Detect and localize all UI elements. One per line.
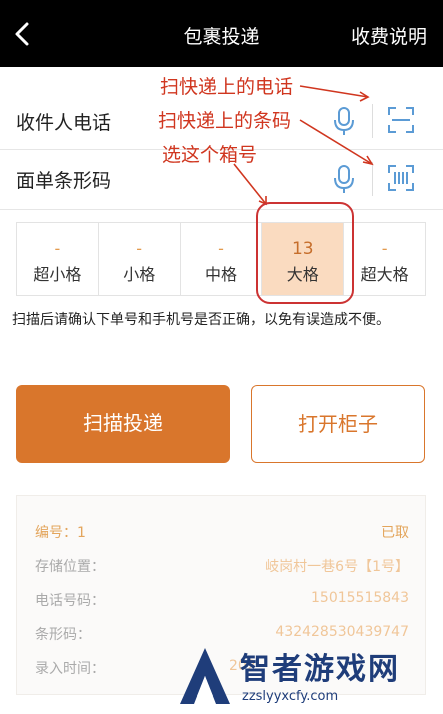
box-size-label: 小格 [123,265,156,284]
time-label: 录入时间： [35,661,105,677]
record-phone-row: 电话号码： 15015515843 [17,590,427,620]
box-option-extra-large[interactable]: - 超大格 [344,223,425,295]
record-status: 已取 [381,525,409,541]
box-count: - [381,239,388,258]
record-id: 编号：1 [35,525,86,541]
scan-phone-icon[interactable] [386,105,416,135]
barcode-field-label: 面单条形码 [16,170,112,192]
open-locker-button[interactable]: 打开柜子 [251,385,425,463]
annotation-scan-phone: 扫快递上的电话 [160,76,294,98]
microphone-icon[interactable] [331,164,357,194]
site-watermark: 智者游戏网 zzslyyxcfy.com [176,644,438,710]
watermark-url: zzslyyxcfy.com [242,689,339,704]
microphone-icon[interactable] [331,106,357,136]
box-size-selector: - 超小格 - 小格 - 中格 13 大格 - 超大格 [16,222,426,296]
box-count: - [218,239,224,258]
box-count: - [54,239,61,258]
confirm-tip: 扫描后请确认下单号和手机号是否正确，以免有误造成不便。 [12,312,390,328]
pricing-info-link[interactable]: 收费说明 [351,22,427,49]
annotation-scan-barcode: 扫快递上的条码 [158,110,292,132]
box-size-label: 超大格 [360,265,409,284]
phone-label: 电话号码： [35,593,105,609]
scan-deliver-button[interactable]: 扫描投递 [16,385,230,463]
barcode-label: 条形码： [35,627,91,643]
location-value: 岐岗村一巷6号【1号】 [265,559,409,575]
divider [372,104,373,138]
annotation-choose-box: 选这个箱号 [162,144,258,166]
barcode-value: 432428530439747 [275,624,409,640]
box-size-label: 中格 [204,265,237,284]
top-bar: 包裹投递 收费说明 [0,0,443,67]
record-location-row: 存储位置： 岐岗村一巷6号【1号】 [17,556,427,586]
phone-value: 15015515843 [311,590,409,606]
annotation-highlight-ring [256,202,354,304]
scan-barcode-icon[interactable] [386,163,416,193]
divider [372,162,373,196]
watermark-logo-icon [180,648,230,704]
box-count: - [136,239,143,258]
box-option-medium[interactable]: - 中格 [181,223,263,295]
box-size-label: 超小格 [33,265,82,284]
watermark-name: 智者游戏网 [240,652,400,687]
box-option-small[interactable]: - 小格 [99,223,181,295]
record-id-row: 编号：1 已取 [17,522,427,552]
phone-field-label: 收件人电话 [16,112,112,134]
location-label: 存储位置： [35,559,105,575]
box-option-extra-small[interactable]: - 超小格 [17,223,99,295]
